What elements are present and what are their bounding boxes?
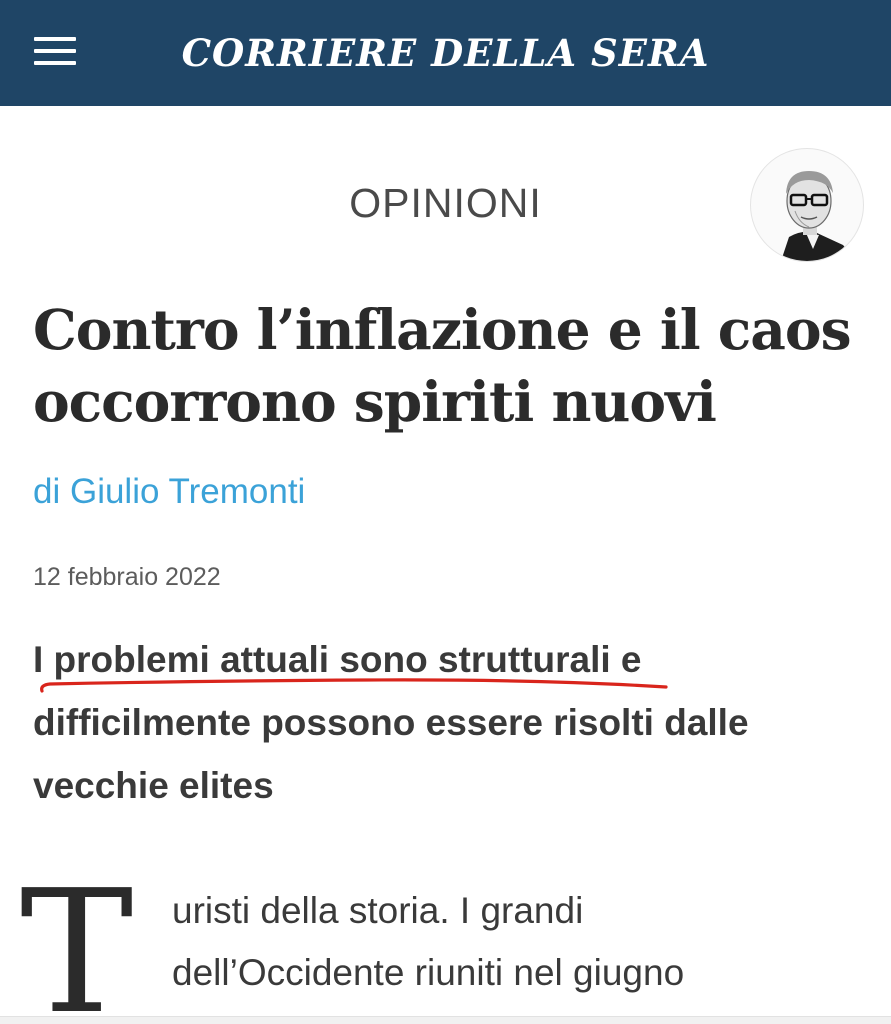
home-link[interactable] bbox=[220, 24, 675, 82]
top-navigation-bar: CORRIERE DELLA SERA bbox=[0, 0, 891, 106]
bottom-edge-strip bbox=[0, 1016, 891, 1024]
article-body: uristi della storia. I grandi dell’Occid… bbox=[172, 880, 852, 1004]
publication-date: 12 febbraio 2022 bbox=[33, 563, 221, 591]
drop-cap-letter: T bbox=[20, 854, 134, 1024]
author-avatar[interactable] bbox=[750, 148, 864, 262]
author-byline-link[interactable]: di Giulio Tremonti bbox=[33, 472, 305, 512]
hamburger-menu-icon[interactable] bbox=[34, 37, 76, 65]
page: CORRIERE DELLA SERA OPINIONI Contro l’in… bbox=[0, 0, 891, 1024]
body-line: dell’Occidente riuniti nel giugno bbox=[172, 952, 685, 993]
author-portrait-icon bbox=[781, 171, 857, 261]
article-subtitle: I problemi attuali sono strutturali e di… bbox=[33, 639, 749, 806]
body-line: uristi della storia. I grandi bbox=[172, 890, 584, 931]
article-headline: Contro l’inflazione e il caos occorrono … bbox=[33, 297, 852, 434]
